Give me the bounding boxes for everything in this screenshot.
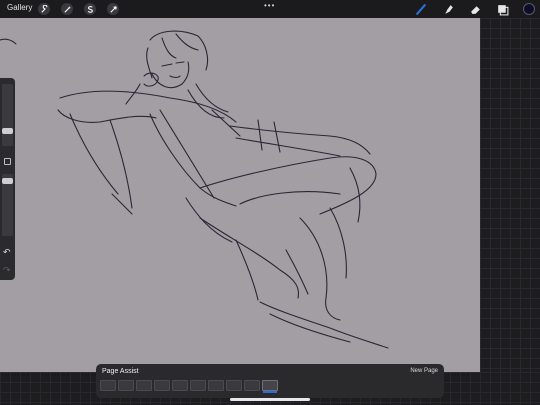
layers-icon[interactable] [496,3,509,16]
magic-wand-icon[interactable] [61,3,73,15]
modify-button[interactable] [4,158,11,165]
drawing-canvas[interactable] [0,18,480,372]
page-thumbnail-active[interactable] [262,380,278,391]
selection-icon[interactable] [84,3,96,15]
page-thumbnail[interactable] [172,380,188,391]
sketch-drawing [0,30,389,349]
canvas-background-grid [480,18,540,372]
page-thumbnail[interactable] [244,380,260,391]
smudge-icon[interactable] [442,3,455,16]
page-thumbnail[interactable] [118,380,134,391]
opacity-thumb[interactable] [2,178,13,184]
wrench-icon[interactable] [38,3,50,15]
gallery-button[interactable]: Gallery [7,3,32,12]
brush-size-thumb[interactable] [2,128,13,134]
more-options-icon[interactable]: ••• [264,1,275,10]
brush-size-slider[interactable] [2,84,13,146]
page-thumbnail[interactable] [190,380,206,391]
page-thumbnail[interactable] [208,380,224,391]
undo-icon[interactable]: ↶ [3,247,11,258]
top-toolbar: Gallery ••• [0,0,540,18]
page-thumbnail[interactable] [154,380,170,391]
side-toolbar: ↶ ↷ [0,78,15,280]
page-thumbnail[interactable] [136,380,152,391]
page-thumbnail[interactable] [100,380,116,391]
page-thumbnail[interactable] [226,380,242,391]
page-thumbnails [100,380,278,391]
redo-icon[interactable]: ↷ [3,265,11,276]
brush-icon[interactable] [415,3,428,16]
transform-arrow-icon[interactable] [107,3,119,15]
home-indicator[interactable] [230,398,310,401]
eraser-icon[interactable] [469,3,482,16]
page-assist-panel: Page Assist New Page [96,364,444,398]
color-picker-button[interactable] [523,3,535,15]
new-page-button[interactable]: New Page [410,368,438,374]
page-assist-title: Page Assist [102,368,139,375]
